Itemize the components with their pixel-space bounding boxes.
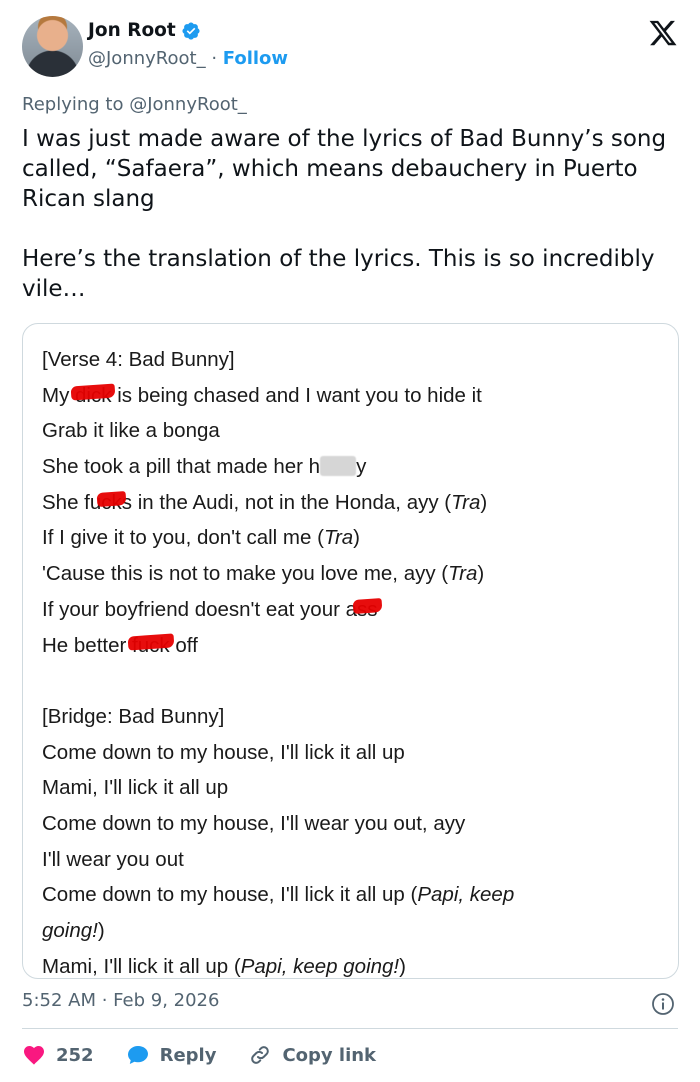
x-logo-icon[interactable] [648, 18, 678, 48]
tweet-text: I was just made aware of the lyrics of B… [22, 126, 667, 302]
lyric-line: Mami, I'll lick it all up (Papi, keep go… [42, 954, 406, 978]
verified-badge-icon [182, 21, 200, 40]
censor-scribble: dick [70, 378, 116, 414]
like-button[interactable]: 252 [22, 1043, 94, 1067]
lyrics-text: [Verse 4: Bad Bunny] My dick is being ch… [42, 342, 642, 978]
censor-scribble: fuck [127, 628, 175, 664]
lyric-line: 'Cause this is not to make you love me, … [42, 562, 485, 586]
like-count: 252 [56, 1044, 94, 1066]
censor-scribble: ss [352, 592, 382, 628]
divider [22, 1028, 678, 1029]
replying-to[interactable]: Replying to @JonnyRoot_ [22, 94, 247, 115]
info-icon[interactable] [651, 992, 675, 1016]
censor-scribble: ck [96, 485, 127, 521]
lyric-line: If your boyfriend doesn't eat your ass [42, 592, 642, 628]
action-bar: 252 Reply Copy link [22, 1040, 408, 1070]
lyric-line: If I give it to you, don't call me (Tra) [42, 526, 360, 550]
lyric-line: Mami, I'll lick it all up [42, 776, 229, 800]
lyric-line: Come down to my house, I'll lick it all … [42, 883, 515, 907]
verse-header: [Verse 4: Bad Bunny] [42, 348, 235, 371]
avatar[interactable] [22, 16, 83, 77]
stanza-gap [42, 663, 642, 699]
lyric-line: He better fuck off [42, 628, 642, 664]
copy-link-button[interactable]: Copy link [248, 1043, 376, 1067]
lyric-line: She took a pill that made her hy [42, 455, 367, 479]
separator: · [211, 48, 218, 69]
copy-link-label: Copy link [282, 1044, 377, 1066]
lyric-line: She fucks in the Audi, not in the Honda,… [42, 485, 642, 521]
reply-label: Reply [159, 1044, 217, 1066]
blur-censor [320, 456, 357, 477]
user-handle[interactable]: @JonnyRoot_ [88, 48, 206, 69]
lyric-line: My dick is being chased and I want you t… [42, 378, 642, 414]
handle-row: @JonnyRoot_ · Follow [88, 48, 288, 69]
lyric-line: Come down to my house, I'll wear you out… [42, 811, 466, 835]
lyric-line: Come down to my house, I'll lick it all … [42, 740, 405, 764]
bridge-header: [Bridge: Bad Bunny] [42, 704, 225, 728]
tweet-timestamp[interactable]: 5:52 AM · Feb 9, 2026 [22, 990, 219, 1011]
lyric-line: Grab it like a bonga [42, 419, 220, 443]
lyric-line: I'll wear you out [42, 847, 184, 871]
heart-icon [24, 1046, 44, 1065]
tweet-header: Jon Root @JonnyRoot_ · Follow [22, 16, 682, 80]
user-name[interactable]: Jon Root [88, 20, 176, 41]
follow-button[interactable]: Follow [223, 48, 288, 69]
reply-button[interactable]: Reply [126, 1043, 217, 1067]
lyric-line: going!) [42, 919, 105, 942]
reply-bubble-icon [127, 1046, 148, 1064]
lyrics-image[interactable]: [Verse 4: Bad Bunny] My dick is being ch… [22, 323, 679, 979]
link-icon [251, 1046, 270, 1064]
name-row: Jon Root [88, 20, 201, 41]
